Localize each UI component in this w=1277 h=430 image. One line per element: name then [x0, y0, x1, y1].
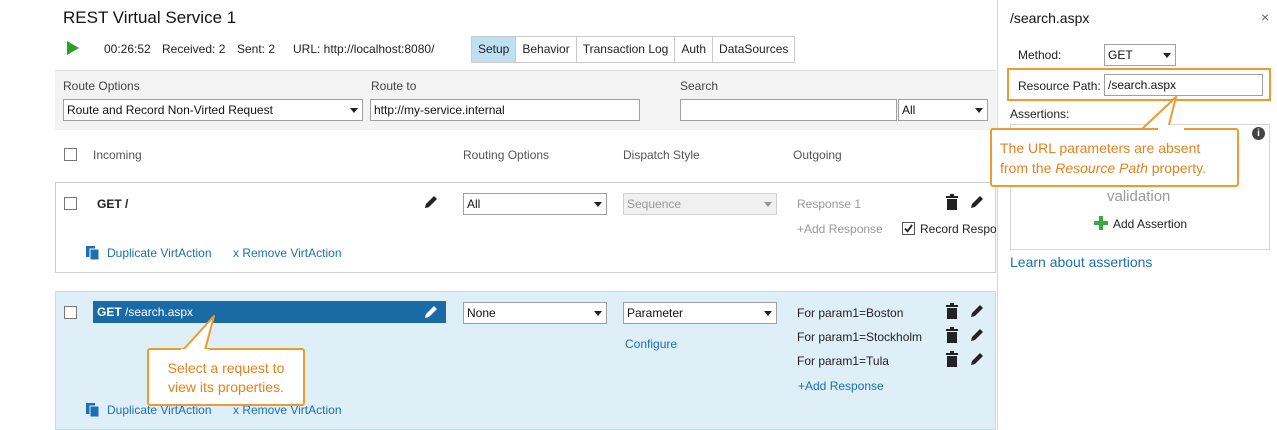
trash-icon[interactable]	[945, 351, 959, 367]
response-item[interactable]: For param1=Tula	[797, 354, 889, 368]
request-label[interactable]: GET /	[97, 197, 128, 211]
resource-path-callout: The URL parameters are absent from the R…	[990, 128, 1239, 187]
route-to-input[interactable]: http://my-service.internal	[370, 99, 640, 121]
routing-value: None	[467, 306, 496, 320]
method-select[interactable]: GET	[1104, 44, 1176, 66]
col-incoming: Incoming	[93, 148, 142, 162]
col-outgoing: Outgoing	[793, 148, 842, 162]
search-filter-select[interactable]: All	[898, 99, 988, 121]
trash-icon[interactable]	[945, 327, 959, 343]
col-dispatch-style: Dispatch Style	[623, 148, 700, 162]
received-count: Received: 2	[162, 42, 226, 56]
select-request-callout: Select a request to view its properties.	[147, 348, 305, 406]
dispatch-select[interactable]: Parameter	[623, 302, 777, 324]
configure-link[interactable]: Configure	[625, 337, 677, 351]
callout-line: view its properties.	[168, 379, 284, 395]
route-options-value: Route and Record Non-Virted Request	[67, 103, 273, 117]
route-options-label: Route Options	[63, 79, 140, 93]
pencil-icon[interactable]	[423, 194, 439, 210]
chevron-down-icon	[594, 311, 602, 316]
route-options-select[interactable]: Route and Record Non-Virted Request	[63, 99, 363, 121]
pencil-icon[interactable]	[969, 194, 985, 210]
chevron-down-icon	[594, 202, 602, 207]
request-path: /	[125, 197, 129, 211]
method-value: GET	[1108, 48, 1133, 62]
close-icon[interactable]: ×	[1261, 9, 1269, 25]
service-title: REST Virtual Service 1	[63, 8, 237, 27]
tab-setup[interactable]: Setup	[472, 37, 517, 62]
chevron-down-icon	[764, 311, 772, 316]
trash-icon[interactable]	[945, 194, 959, 210]
response-item[interactable]: For param1=Boston	[797, 306, 903, 320]
sent-count: Sent: 2	[237, 42, 276, 56]
chevron-down-icon	[350, 108, 358, 113]
assertions-label: Assertions:	[1010, 107, 1070, 121]
callout-text: from the	[1000, 160, 1056, 176]
search-label: Search	[680, 79, 719, 93]
method-label: Method:	[1018, 48, 1062, 62]
callout-line: from the Resource Path property.	[1000, 158, 1237, 178]
remove-virtaction-link[interactable]: x Remove VirtAction	[233, 246, 342, 260]
tab-bar: Setup Behavior Transaction Log Auth Data…	[471, 36, 796, 63]
record-response-label: Record Respor	[920, 222, 996, 236]
routing-select[interactable]: All	[463, 193, 607, 215]
trash-icon[interactable]	[945, 303, 959, 319]
request-method: GET	[97, 305, 122, 319]
tab-datasources[interactable]: DataSources	[713, 37, 794, 62]
elapsed-time: 00:26:52	[104, 42, 151, 56]
resource-path-input[interactable]: /search.aspx	[1104, 74, 1263, 96]
add-response-link[interactable]: +Add Response	[798, 379, 884, 393]
dispatch-select[interactable]: Sequence	[623, 193, 777, 215]
resource-path-label: Resource Path:	[1018, 79, 1101, 93]
search-input[interactable]	[680, 99, 897, 121]
dispatch-value: Sequence	[627, 197, 682, 211]
callout-pointer	[181, 315, 215, 353]
learn-assertions-link[interactable]: Learn about assertions	[1010, 254, 1152, 270]
callout-pointer-join	[1158, 125, 1184, 131]
search-filter-value: All	[902, 103, 916, 117]
add-assertion-button[interactable]: Add Assertion	[1113, 217, 1187, 231]
tab-auth[interactable]: Auth	[675, 37, 714, 62]
pencil-icon[interactable]	[969, 327, 985, 343]
pencil-icon[interactable]	[969, 351, 985, 367]
service-url: URL: http://localhost:8080/	[293, 42, 435, 56]
row-checkbox[interactable]	[64, 197, 77, 210]
chevron-down-icon	[1163, 53, 1171, 58]
chevron-down-icon	[975, 108, 983, 113]
chevron-down-icon	[764, 202, 772, 207]
request-method: GET	[97, 197, 122, 211]
duplicate-icon	[86, 403, 100, 418]
panel-title: /search.aspx	[1010, 10, 1090, 26]
play-icon[interactable]	[67, 41, 79, 55]
response-item[interactable]: Response 1	[797, 197, 861, 211]
callout-text: property.	[1147, 160, 1206, 176]
route-to-label: Route to	[371, 79, 417, 93]
tab-transaction-log[interactable]: Transaction Log	[577, 37, 676, 62]
record-response-checkbox[interactable]	[902, 222, 915, 235]
pencil-icon[interactable]	[423, 304, 439, 320]
plus-icon[interactable]	[1093, 215, 1109, 231]
select-all-checkbox[interactable]	[64, 148, 77, 161]
duplicate-icon	[86, 246, 100, 261]
request-label-selected[interactable]: GET /search.aspx	[93, 301, 446, 323]
callout-line: Select a request to	[167, 360, 285, 376]
callout-emphasis: Resource Path	[1055, 160, 1148, 176]
callout-line: The URL parameters are absent	[1000, 140, 1201, 156]
validation-text: validation	[1107, 188, 1171, 205]
dispatch-value: Parameter	[627, 306, 684, 320]
pencil-icon[interactable]	[969, 303, 985, 319]
add-response-link[interactable]: +Add Response	[797, 222, 883, 236]
response-item[interactable]: For param1=Stockholm	[797, 330, 922, 344]
row-checkbox[interactable]	[64, 306, 77, 319]
routing-select[interactable]: None	[463, 302, 607, 324]
routing-value: All	[467, 197, 481, 211]
duplicate-virtaction-link[interactable]: Duplicate VirtAction	[107, 246, 212, 260]
tab-behavior[interactable]: Behavior	[516, 37, 577, 62]
col-routing-options: Routing Options	[463, 148, 550, 162]
